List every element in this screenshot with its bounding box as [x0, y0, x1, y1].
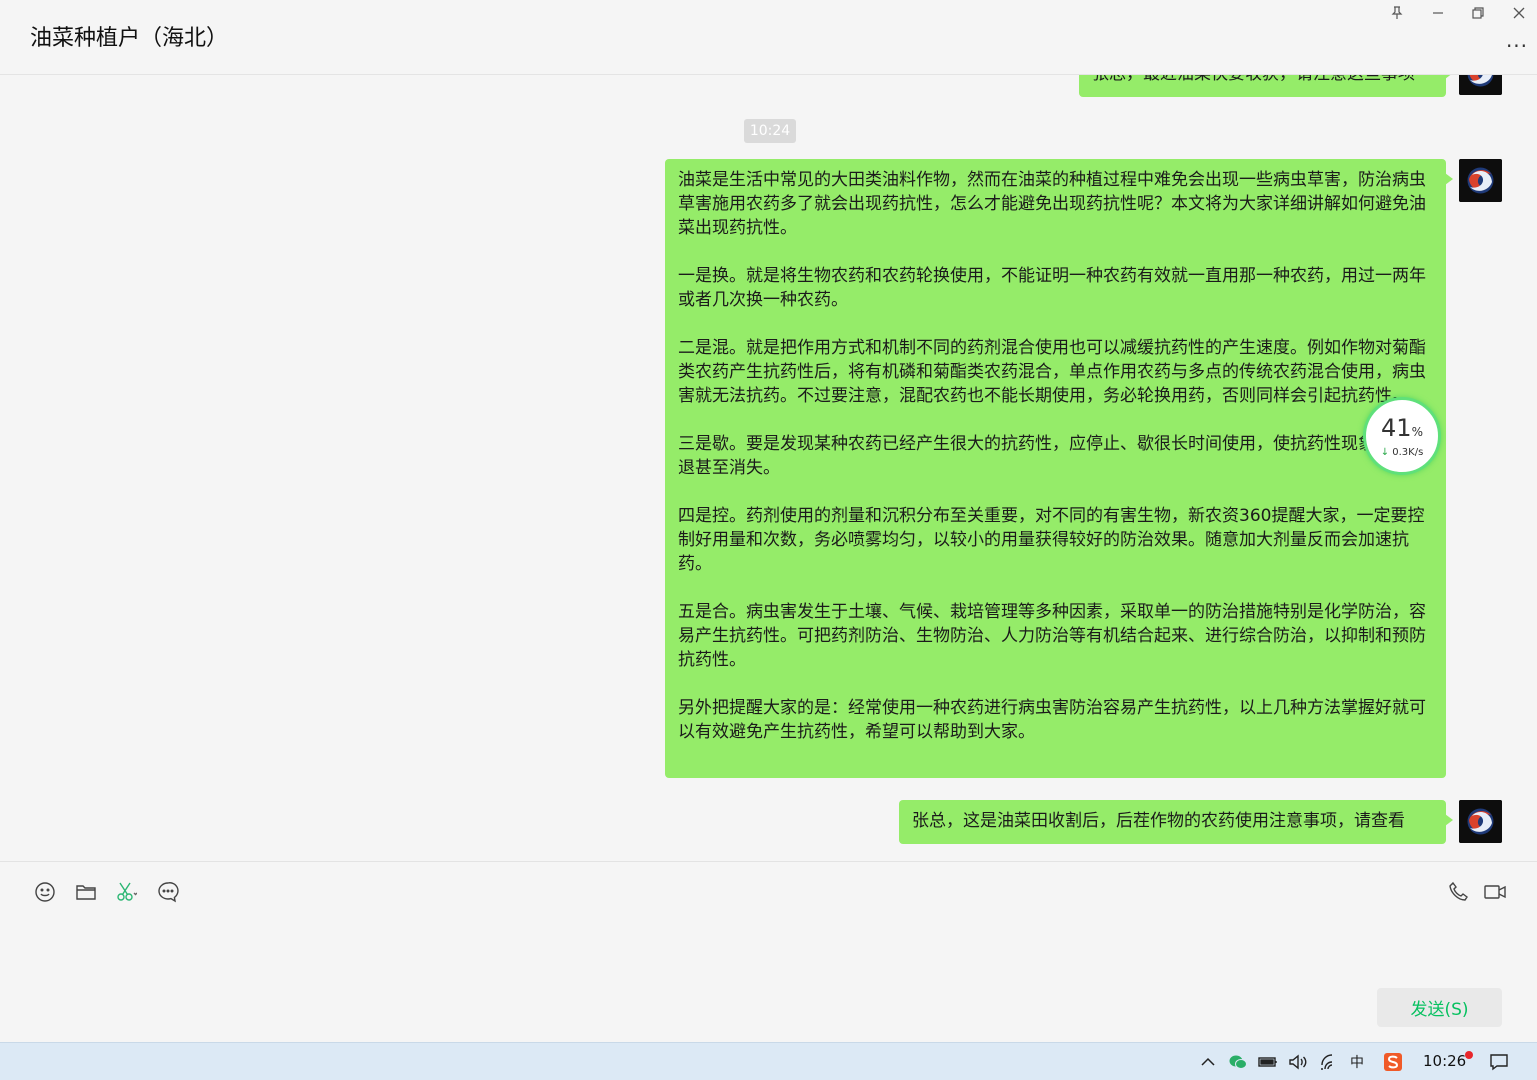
network-icon[interactable] [1318, 1051, 1340, 1073]
notification-dot [1465, 1051, 1473, 1059]
network-speed-widget[interactable]: 41% ↓ 0.3K/s [1363, 397, 1441, 475]
speed-rate: ↓ 0.3K/s [1380, 446, 1424, 458]
chat-window: 油菜种植户（海北） ··· 张总，最近油菜快要收获，请注意这些事项 10:24 … [0, 0, 1537, 1042]
folder-icon[interactable] [74, 880, 98, 904]
title-bar: 油菜种植户（海北） ··· [0, 0, 1537, 75]
avatar[interactable] [1459, 800, 1502, 843]
message-timestamp: 10:24 [744, 119, 796, 143]
taskbar: 中 10:26 [0, 1042, 1537, 1080]
volume-icon[interactable] [1287, 1051, 1309, 1073]
message-bubble-partial[interactable]: 张总，最近油菜快要收获，请注意这些事项 [1079, 75, 1453, 97]
download-arrow-icon: ↓ [1380, 446, 1390, 458]
sogou-input-icon[interactable] [1382, 1051, 1404, 1073]
more-options-icon[interactable]: ··· [1505, 34, 1529, 58]
screenshot-scissors-icon[interactable] [114, 880, 138, 904]
minimize-icon[interactable] [1425, 2, 1451, 24]
avatar[interactable] [1459, 75, 1502, 95]
ime-indicator[interactable]: 中 [1346, 1051, 1368, 1073]
input-area[interactable]: 发送(S) [0, 861, 1537, 1042]
send-button[interactable]: 发送(S) [1377, 988, 1502, 1027]
wechat-tray-icon[interactable] [1227, 1051, 1249, 1073]
voice-call-icon[interactable] [1447, 880, 1471, 904]
battery-icon[interactable] [1257, 1051, 1279, 1073]
chevron-up-icon[interactable] [1197, 1051, 1219, 1073]
restore-icon[interactable] [1465, 2, 1491, 24]
speed-percent: 41% [1381, 413, 1423, 442]
close-icon[interactable] [1506, 2, 1532, 24]
pin-icon[interactable] [1384, 2, 1410, 24]
emoji-icon[interactable] [33, 880, 57, 904]
chat-history-icon[interactable] [156, 880, 180, 904]
message-text: 张总，这是油菜田收割后，后茬作物的农药使用注意事项，请查看 [912, 811, 1405, 831]
message-bubble-last[interactable]: 张总，这是油菜田收割后，后茬作物的农药使用注意事项，请查看 [899, 800, 1453, 844]
chat-title: 油菜种植户（海北） [30, 26, 229, 51]
avatar[interactable] [1459, 159, 1502, 202]
message-text: 张总，最近油菜快要收获，请注意这些事项 [1092, 75, 1434, 86]
message-bubble-long[interactable]: 油菜是生活中常见的大田类油料作物，然而在油菜的种植过程中难免会出现一些病虫草害，… [665, 159, 1453, 778]
message-list[interactable]: 张总，最近油菜快要收获，请注意这些事项 10:24 油菜是生活中常见的大田类油料… [0, 75, 1537, 861]
message-text: 油菜是生活中常见的大田类油料作物，然而在油菜的种植过程中难免会出现一些病虫草害，… [678, 170, 1426, 742]
taskbar-clock[interactable]: 10:26 [1423, 1052, 1466, 1070]
notification-center-icon[interactable] [1488, 1051, 1510, 1073]
video-call-icon[interactable] [1483, 880, 1507, 904]
